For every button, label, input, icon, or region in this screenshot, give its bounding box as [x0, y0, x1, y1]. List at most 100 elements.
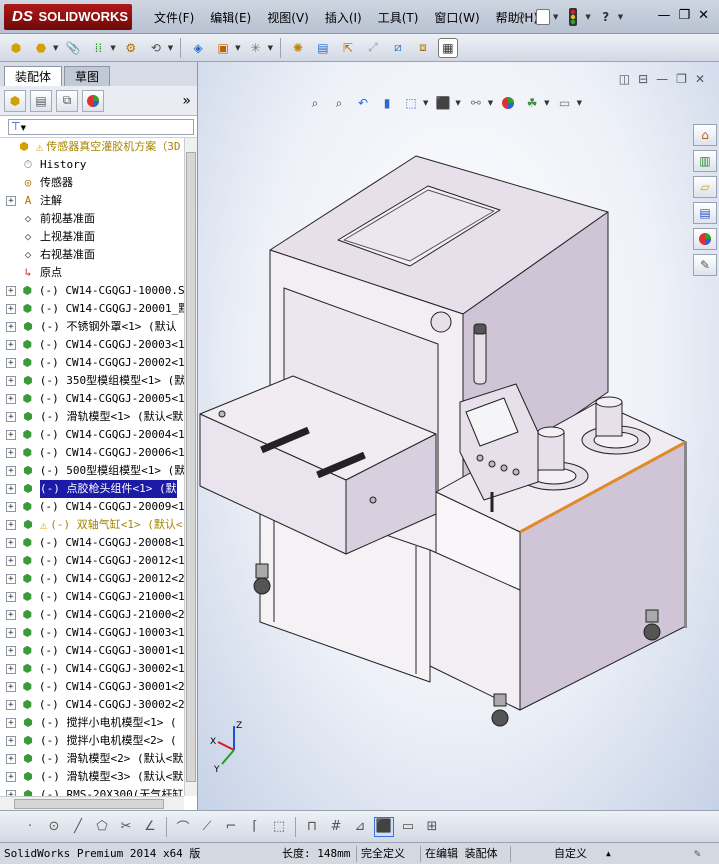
tree-item[interactable]: + ⬢ (-) CW14-CGQGJ-30002<2> [0, 696, 184, 714]
exploded-view-icon[interactable]: ⇱ [338, 38, 358, 58]
expand-toggle-icon[interactable]: + [6, 538, 16, 548]
angle-icon[interactable]: ∠ [140, 817, 160, 837]
insert-components-icon[interactable]: ⬣ [31, 38, 51, 58]
restore-button[interactable]: ❐ [678, 8, 690, 23]
expand-toggle-icon[interactable]: + [6, 412, 16, 422]
new-motion-study-icon[interactable]: ✺ [288, 38, 308, 58]
tree-item[interactable]: + ⬢ (-) CW14-CGQGJ-20012<2> [0, 570, 184, 588]
instant3d-icon[interactable]: ▦ [437, 37, 458, 58]
expand-toggle-icon[interactable]: + [6, 736, 16, 746]
tree-item[interactable]: + ⬢ (-) CW14-CGQGJ-20005<1> [0, 390, 184, 408]
tree-item[interactable]: + ⬢ (-) 滑轨模型<3> (默认<默 [0, 768, 184, 786]
menu-edit[interactable]: 编辑(E) [202, 9, 259, 27]
move-dropdown-icon[interactable]: ▼ [168, 44, 173, 52]
tree-item[interactable]: + ⬢ (-) CW14-CGQGJ-20009<1> [0, 498, 184, 516]
units-up-icon[interactable]: ▲ [606, 846, 611, 862]
tree-item[interactable]: ◇ 前视基准面 [0, 210, 184, 228]
tree-item[interactable]: + ⬢ (-) 搅拌小电机模型<1> ( [0, 714, 184, 732]
expand-toggle-icon[interactable]: + [6, 592, 16, 602]
minimize-button[interactable]: — [657, 8, 670, 23]
menu-tools[interactable]: 工具(T) [370, 9, 427, 27]
construction-geometry-icon[interactable]: ⬚ [269, 817, 289, 837]
tree-filter-input[interactable]: ⊤▼ [8, 118, 194, 135]
tree-item[interactable]: ⬢ ⚠ 传感器真空灌胶机方案（3D [0, 138, 184, 156]
expand-toggle-icon[interactable]: + [6, 646, 16, 656]
mirror-icon[interactable]: ⟋ [197, 817, 217, 837]
tree-item[interactable]: ↳ 原点 [0, 264, 184, 282]
expand-toggle-icon[interactable]: + [6, 628, 16, 638]
smart-fasteners-icon[interactable]: ⚙ [121, 38, 141, 58]
expand-toggle-icon[interactable]: + [6, 394, 16, 404]
tree-item[interactable]: + ⬢ (-) RMS-20X300(无气杆缸 [0, 786, 184, 796]
menu-file[interactable]: 文件(F) [146, 9, 202, 27]
edit-component-icon[interactable]: ⬢ [6, 38, 26, 58]
tree-item[interactable]: + ⬢ (-) CW14-CGQGJ-20002<1> [0, 354, 184, 372]
insert-components-dropdown-icon[interactable]: ▼ [53, 44, 58, 52]
tree-horizontal-scrollbar[interactable] [0, 796, 184, 810]
display-pane-icon[interactable]: ▭ [398, 817, 418, 837]
solidworks-logo[interactable]: DS SOLIDWORKS [4, 4, 132, 30]
tree-item[interactable]: ◎ 传感器 [0, 174, 184, 192]
tree-item[interactable]: + ⬢ (-) 500型模组模型<1> (默 [0, 462, 184, 480]
help-icon[interactable]: ? [597, 8, 615, 26]
table-view-icon[interactable]: ⊞ [422, 817, 442, 837]
explode-line-sketch-icon[interactable]: ⤢ [363, 38, 383, 58]
tree-item[interactable]: + ⬢ (-) 滑轨模型<2> (默认<默 [0, 750, 184, 768]
tree-item[interactable]: + ⬢ (-) CW14-CGQGJ-20008<1> [0, 534, 184, 552]
expand-toggle-icon[interactable]: + [6, 700, 16, 710]
tree-item[interactable]: + ⬢ (-) 滑轨模型<1> (默认<默 [0, 408, 184, 426]
assembly-model[interactable] [198, 62, 719, 810]
linear-pattern-icon[interactable]: ⁞⁞ [88, 38, 108, 58]
tree-item[interactable]: + ⬢ (-) CW14-CGQGJ-30001<1> [0, 642, 184, 660]
tree-item[interactable]: + ⬢ (-) CW14-CGQGJ-21000<1> [0, 588, 184, 606]
new-document-icon[interactable] [536, 9, 550, 25]
feature-manager-icon[interactable]: ⬢ [4, 89, 26, 112]
tree-item[interactable]: + ⬢ (-) CW14-CGQGJ-21000<2> [0, 606, 184, 624]
expand-toggle-icon[interactable]: + [6, 466, 16, 476]
tab-sketch[interactable]: 草图 [64, 66, 111, 86]
mate-icon[interactable]: 📎 [63, 38, 83, 58]
configuration-manager-icon[interactable]: ⧉ [56, 89, 78, 112]
status-units[interactable]: 自定义 [554, 846, 587, 862]
menu-view[interactable]: 视图(V) [259, 9, 317, 27]
expand-toggle-icon[interactable]: + [6, 556, 16, 566]
tree-item[interactable]: + ⬢ (-) 350型模组模型<1> (默 [0, 372, 184, 390]
expand-toggle-icon[interactable]: + [6, 430, 16, 440]
tree-item[interactable]: + ⬢ (-) CW14-CGQGJ-10003<1> [0, 624, 184, 642]
expand-toggle-icon[interactable]: + [6, 502, 16, 512]
expand-toggle-icon[interactable]: + [6, 196, 16, 206]
traffic-light-dropdown-icon[interactable]: ▼ [585, 13, 590, 21]
tree-item[interactable]: ◇ 上视基准面 [0, 228, 184, 246]
traffic-light-icon[interactable] [564, 8, 582, 26]
tree-vertical-scrollbar[interactable] [184, 138, 197, 796]
help-dropdown-icon[interactable]: ▼ [618, 13, 623, 21]
expand-toggle-icon[interactable]: + [6, 754, 16, 764]
smart-dimension-icon[interactable]: ⊓ [302, 817, 322, 837]
tree-item[interactable]: + ⬢ (-) 搅拌小电机模型<2> ( [0, 732, 184, 750]
expand-toggle-icon[interactable]: + [6, 322, 16, 332]
graphics-area[interactable]: ◫ ⊟ — ❐ ✕ ⌕ ⌕ ↶ ▮ ⬚ ▼ ⬛ ▼ ⚯ ▼ ☘ ▼ ▭ ▼ ⌂ ▥ ▱ ▤… [198, 62, 719, 810]
expand-toggle-icon[interactable]: + [6, 718, 16, 728]
corner-icon[interactable]: ⌈ [245, 817, 265, 837]
expand-toggle-icon[interactable]: + [6, 448, 16, 458]
expand-toggle-icon[interactable]: + [6, 340, 16, 350]
scrollbar-thumb[interactable] [186, 152, 196, 782]
expand-toggle-icon[interactable]: + [6, 772, 16, 782]
tree-item[interactable]: + ⬢ (-) CW14-CGQGJ-30001<2> [0, 678, 184, 696]
menu-window[interactable]: 窗口(W) [426, 9, 487, 27]
tree-item[interactable]: + ⬢ (-) 点胶枪头组件<1> (默 [0, 480, 184, 498]
expand-toggle-icon[interactable]: + [6, 574, 16, 584]
arc-icon[interactable]: ⌒ [173, 817, 193, 837]
expand-toggle-icon[interactable]: + [6, 682, 16, 692]
relations-icon[interactable]: ⊿ [350, 817, 370, 837]
assembly-features-dropdown-icon[interactable]: ▼ [235, 44, 240, 52]
tree-item[interactable]: ◇ 右视基准面 [0, 246, 184, 264]
menu-insert[interactable]: 插入(I) [317, 9, 370, 27]
new-document-dropdown-icon[interactable]: ▼ [553, 13, 558, 21]
property-manager-icon[interactable]: ▤ [30, 89, 52, 112]
expand-toggle-icon[interactable]: + [6, 304, 16, 314]
tree-item[interactable]: + ⬢ ⚠ (-) 双轴气缸<1> (默认< [0, 516, 184, 534]
tree-item[interactable]: + ⬢ (-) 不锈钢外罩<1> (默认 [0, 318, 184, 336]
tree-item[interactable]: + ⬢ (-) CW14-CGQGJ-20004<1> [0, 426, 184, 444]
grid-icon[interactable]: # [326, 817, 346, 837]
